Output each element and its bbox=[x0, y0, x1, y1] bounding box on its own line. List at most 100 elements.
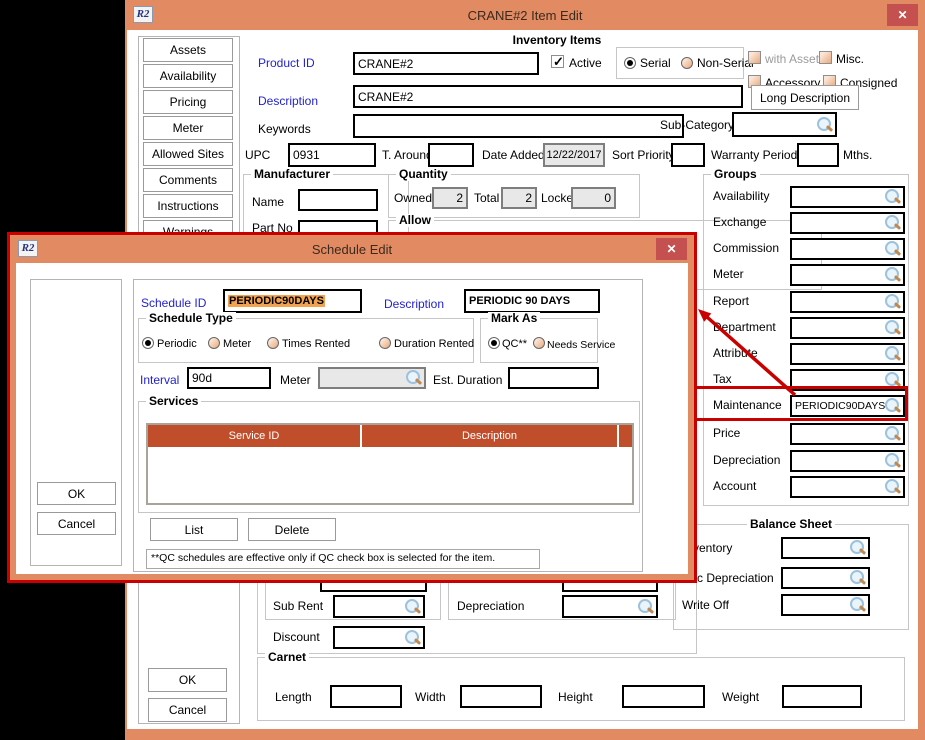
keywords-label: Keywords bbox=[258, 122, 311, 136]
search-icon[interactable] bbox=[885, 453, 901, 469]
sidebar-item-instructions[interactable]: Instructions bbox=[143, 194, 233, 218]
sidebar-item-meter[interactable]: Meter bbox=[143, 116, 233, 140]
close-icon[interactable]: ✕ bbox=[887, 4, 918, 26]
sidebar-item-pricing[interactable]: Pricing bbox=[143, 90, 233, 114]
qc-radio[interactable] bbox=[488, 337, 500, 349]
cancel-button[interactable]: Cancel bbox=[148, 698, 227, 722]
group-exchange-label: Exchange bbox=[713, 215, 767, 229]
group-account-field[interactable] bbox=[790, 476, 905, 498]
search-icon[interactable] bbox=[850, 597, 866, 613]
group-availability-field[interactable] bbox=[790, 186, 905, 208]
close-icon[interactable]: ✕ bbox=[656, 238, 687, 260]
manufacturer-group-title: Manufacturer bbox=[251, 168, 334, 181]
serial-radio[interactable] bbox=[624, 57, 636, 69]
manufacturer-name-field[interactable] bbox=[298, 189, 378, 211]
schedule-edit-titlebar[interactable]: R2 Schedule Edit ✕ bbox=[10, 235, 694, 263]
total-label: Total bbox=[474, 191, 500, 205]
with-assets-checkbox[interactable] bbox=[748, 51, 761, 64]
misc-checkbox[interactable] bbox=[819, 51, 832, 64]
sidebar-item-availability[interactable]: Availability bbox=[143, 64, 233, 88]
manufacturer-name-label: Name bbox=[252, 195, 285, 209]
owned-field: 2 bbox=[432, 187, 468, 209]
meter-radio[interactable] bbox=[208, 337, 220, 349]
duration-rented-radio[interactable] bbox=[379, 337, 391, 349]
qc-label: QC** bbox=[502, 338, 528, 350]
search-icon[interactable] bbox=[885, 189, 901, 205]
active-checkbox[interactable] bbox=[551, 54, 564, 70]
depreciation-label: Depreciation bbox=[457, 599, 525, 613]
group-exchange-field[interactable] bbox=[790, 212, 905, 234]
group-depreciation-label: Depreciation bbox=[713, 453, 781, 467]
group-price-field[interactable] bbox=[790, 423, 905, 445]
delete-button[interactable]: Delete bbox=[248, 518, 336, 541]
schedule-id-label: Schedule ID bbox=[141, 296, 207, 310]
upc-field[interactable]: 0931 bbox=[288, 143, 376, 167]
sub-category-field[interactable] bbox=[732, 112, 837, 137]
group-meter-field[interactable] bbox=[790, 264, 905, 286]
schedule-id-field[interactable]: PERIODIC90DAYS bbox=[223, 289, 362, 313]
search-icon[interactable] bbox=[850, 540, 866, 556]
misc-label: Misc. bbox=[836, 52, 864, 66]
warranty-period-label: Warranty Period bbox=[711, 148, 798, 162]
product-id-field[interactable]: CRANE#2 bbox=[353, 52, 539, 75]
search-icon[interactable] bbox=[850, 570, 866, 586]
ok-button[interactable]: OK bbox=[148, 668, 227, 692]
inventory-field[interactable] bbox=[781, 537, 870, 559]
search-icon[interactable] bbox=[885, 346, 901, 362]
search-icon[interactable] bbox=[405, 629, 421, 646]
search-icon[interactable] bbox=[885, 320, 901, 336]
length-field[interactable] bbox=[330, 685, 402, 708]
services-table[interactable]: Service ID Description bbox=[146, 423, 634, 505]
sidebar-item-allowed-sites[interactable]: Allowed Sites bbox=[143, 142, 233, 166]
sidebar-item-assets[interactable]: Assets bbox=[143, 38, 233, 62]
height-field[interactable] bbox=[622, 685, 705, 708]
times-rented-radio[interactable] bbox=[267, 337, 279, 349]
sidebar-item-comments[interactable]: Comments bbox=[143, 168, 233, 192]
group-commission-label: Commission bbox=[713, 241, 780, 255]
schedule-description-label: Description bbox=[384, 297, 445, 311]
non-serial-radio[interactable] bbox=[681, 57, 693, 69]
carnet-title: Carnet bbox=[265, 651, 310, 664]
weight-field[interactable] bbox=[782, 685, 862, 708]
width-field[interactable] bbox=[460, 685, 542, 708]
sub-rent-field[interactable] bbox=[333, 595, 425, 618]
depreciation-field[interactable] bbox=[562, 595, 658, 618]
periodic-radio[interactable] bbox=[142, 337, 154, 349]
acc-depreciation-field[interactable] bbox=[781, 567, 870, 589]
search-icon[interactable] bbox=[405, 598, 421, 615]
schedule-cancel-button[interactable]: Cancel bbox=[37, 512, 116, 535]
keywords-field[interactable] bbox=[353, 114, 684, 138]
description-field[interactable]: CRANE#2 bbox=[353, 85, 743, 108]
list-button[interactable]: List bbox=[150, 518, 238, 541]
write-off-field[interactable] bbox=[781, 594, 870, 616]
schedule-ok-button[interactable]: OK bbox=[37, 482, 116, 505]
search-icon[interactable] bbox=[885, 479, 901, 495]
sort-priority-field[interactable] bbox=[671, 143, 705, 167]
search-icon[interactable] bbox=[406, 370, 422, 386]
discount-field[interactable] bbox=[333, 626, 425, 649]
quantity-group-title: Quantity bbox=[396, 168, 451, 181]
services-table-body[interactable] bbox=[148, 447, 632, 503]
item-edit-titlebar[interactable]: R2 CRANE#2 Item Edit ✕ bbox=[125, 0, 925, 30]
search-icon[interactable] bbox=[885, 241, 901, 257]
schedule-description-field[interactable]: PERIODIC 90 DAYS bbox=[464, 289, 600, 313]
search-icon[interactable] bbox=[638, 598, 654, 615]
group-commission-field[interactable] bbox=[790, 238, 905, 260]
mark-as-title: Mark As bbox=[488, 312, 541, 325]
group-depreciation-field[interactable] bbox=[790, 450, 905, 472]
interval-field[interactable]: 90d bbox=[187, 367, 271, 389]
long-description-button[interactable]: Long Description bbox=[751, 85, 859, 110]
search-icon[interactable] bbox=[885, 267, 901, 283]
est-duration-field[interactable] bbox=[508, 367, 599, 389]
search-icon[interactable] bbox=[885, 294, 901, 310]
duration-rented-label: Duration Rented bbox=[394, 338, 475, 350]
search-icon[interactable] bbox=[885, 215, 901, 231]
needs-service-radio[interactable] bbox=[533, 337, 545, 349]
t-around-field[interactable] bbox=[428, 143, 474, 167]
search-icon[interactable] bbox=[885, 426, 901, 442]
warranty-suffix-label: Mths. bbox=[843, 148, 873, 162]
screen: R2 CRANE#2 Item Edit ✕ Assets Availabili… bbox=[0, 0, 925, 740]
group-availability-label: Availability bbox=[713, 189, 770, 203]
warranty-period-field[interactable] bbox=[797, 143, 839, 167]
search-icon[interactable] bbox=[817, 116, 833, 133]
